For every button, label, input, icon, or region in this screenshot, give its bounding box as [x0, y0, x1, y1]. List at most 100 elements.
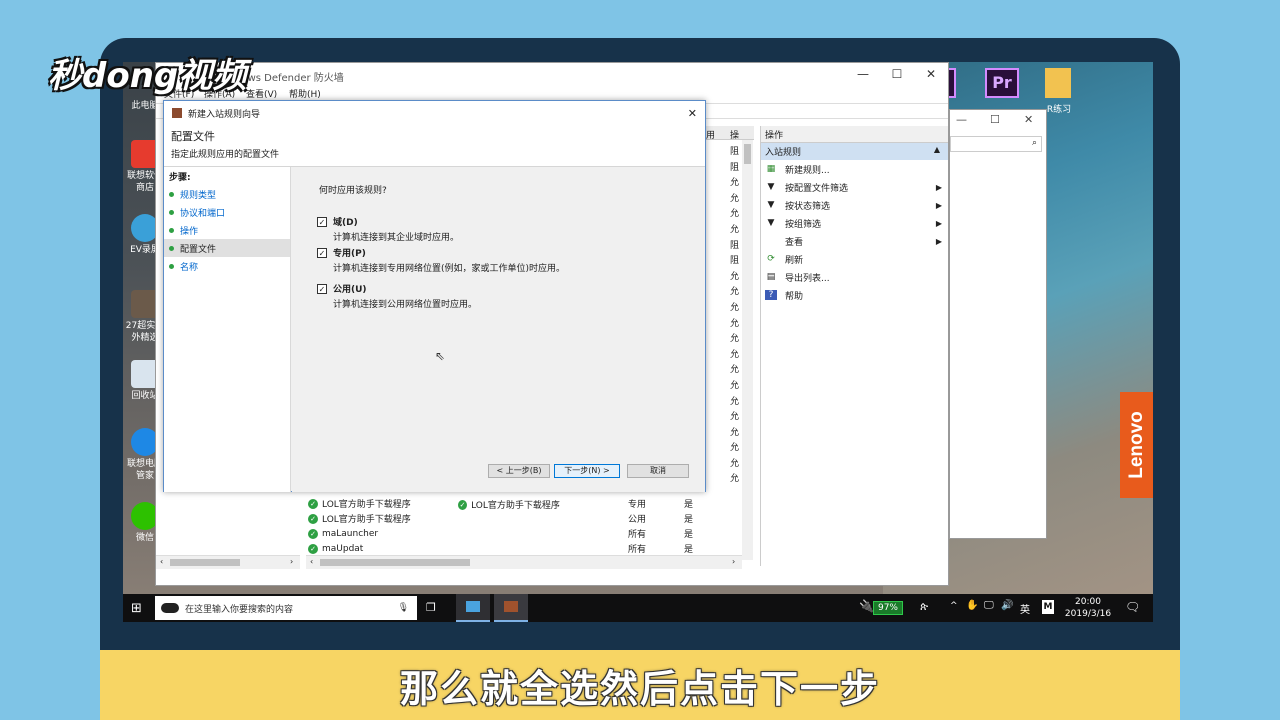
explorer-search-box[interactable]: ⌕ [950, 136, 1042, 152]
step-name[interactable]: 名称 [164, 257, 290, 275]
volume-icon[interactable]: 🔊 [1001, 600, 1013, 611]
scrollbar-thumb[interactable] [320, 559, 470, 566]
scroll-right-icon[interactable]: › [290, 557, 293, 566]
folder-icon[interactable] [1045, 68, 1071, 98]
cancel-button[interactable]: 取消 [627, 464, 689, 478]
rule-profile: 专用 [628, 500, 647, 510]
minimize-button[interactable]: — [956, 113, 967, 126]
step-rule-type[interactable]: 规则类型 [164, 185, 290, 203]
step-action[interactable]: 操作 [164, 221, 290, 239]
option-label: 专用(P) [333, 249, 366, 259]
scroll-left-icon[interactable]: ‹ [310, 557, 313, 566]
submenu-arrow-icon: ▶ [935, 236, 942, 246]
menu-view[interactable]: 查看(V) [246, 87, 277, 100]
rule-profile: 公用 [628, 515, 647, 525]
column-header[interactable]: 操 [730, 128, 739, 141]
next-button[interactable]: 下一步(N) > [554, 464, 620, 478]
ime-language[interactable]: 英 [1020, 601, 1030, 616]
action-item[interactable]: ▼ 按配置文件筛选 ▶ [761, 178, 948, 196]
action-label: 刷新 [785, 255, 804, 266]
taskbar-search-box[interactable]: 在这里输入你要搜索的内容 🎙 [155, 596, 417, 620]
notification-icon[interactable]: 🗨 [1125, 600, 1140, 614]
table-row[interactable]: ✓ LOL官方助手下载程序 公用 是 [308, 511, 744, 526]
rule-name: LOL官方助手下载程序 [322, 515, 411, 525]
action-item[interactable]: ? 帮助 [761, 286, 948, 304]
scroll-left-icon[interactable]: ‹ [160, 557, 163, 566]
scrollbar-thumb[interactable] [170, 559, 240, 566]
maximize-button[interactable]: ☐ [880, 67, 914, 81]
section-label: 入站规则 [765, 148, 802, 158]
actions-header: 操作 [761, 126, 948, 143]
step-protocol-port[interactable]: 协议和端口 [164, 203, 290, 221]
firewall-icon [172, 108, 182, 118]
close-button[interactable]: ✕ [1024, 113, 1033, 126]
option-label: 域(D) [333, 218, 358, 228]
action-label: 按配置文件筛选 [785, 183, 849, 194]
scrollbar-thumb[interactable] [744, 144, 751, 164]
app-tray-icon[interactable]: ✋ [966, 600, 978, 611]
public-checkbox[interactable]: ✓ [317, 283, 327, 294]
action-item[interactable]: ▼ 按状态筛选 ▶ [761, 196, 948, 214]
taskbar-app-control-panel[interactable] [456, 594, 490, 622]
option-domain[interactable]: ✓ 域(D) 计算机连接到其企业域时应用。 [317, 215, 459, 243]
table-row[interactable]: ✓ LOL官方助手下载程序 专用 是 [308, 496, 744, 511]
step-label: 协议和端口 [180, 208, 226, 219]
actions-list: ▦ 新建规则... ▼ 按配置文件筛选 ▶ ▼ 按状态筛选 ▶ ▼ 按组筛选 ▶ 查看 ▶ ⟳ 刷新 ▤ 导出列… [761, 160, 948, 304]
rule-profile: 所有 [628, 545, 647, 555]
help-icon: ? [765, 290, 777, 300]
table-row[interactable]: ✓ maUpdat 所有 是 [308, 541, 744, 556]
column-header[interactable]: 用 [706, 128, 715, 141]
action-item[interactable]: ▼ 按组筛选 ▶ [761, 214, 948, 232]
question-text: 何时应用该规则? [319, 186, 387, 196]
clock[interactable]: 20:00 2019/3/16 [1064, 596, 1112, 620]
new-inbound-rule-wizard[interactable]: 新建入站规则向导 ✕ 配置文件 指定此规则应用的配置文件 步骤: 规则类型 协议… [163, 100, 706, 492]
export-icon: ▤ [766, 272, 776, 282]
chevron-up-icon[interactable]: ^ [950, 601, 958, 611]
microphone-icon[interactable]: 🎙 [398, 603, 409, 613]
actions-section-inbound[interactable]: 入站规则 ▲ [761, 143, 948, 160]
maximize-button[interactable]: ☐ [990, 113, 1000, 126]
task-view-icon[interactable]: ❐ [426, 601, 436, 614]
step-profile[interactable]: 配置文件 [164, 239, 290, 257]
windows-start-icon[interactable]: ⊞ [131, 601, 142, 616]
collapse-icon[interactable]: ▲ [934, 145, 940, 158]
step-dot-icon [169, 263, 174, 269]
horizontal-scrollbar-middle[interactable]: ‹ › [306, 555, 742, 569]
filter-icon: ▼ [767, 218, 775, 228]
enabled-check-icon: ✓ [308, 528, 318, 539]
rule-name: maUpdat [322, 543, 364, 554]
explorer-window[interactable]: — ☐ ✕ ⌕ [949, 109, 1047, 539]
clock-time: 20:00 [1075, 597, 1101, 607]
table-row[interactable]: ✓ maLauncher 所有 是 [308, 526, 744, 541]
subtitle-text: 那么就全选然后点击下一步 [399, 666, 880, 711]
action-item[interactable]: 查看 ▶ [761, 232, 948, 250]
horizontal-scrollbar-left[interactable]: ‹ › [156, 555, 300, 569]
action-item[interactable]: ⟳ 刷新 [761, 250, 948, 268]
action-label: 按状态筛选 [785, 201, 831, 212]
taskbar-app-firewall[interactable] [494, 594, 528, 622]
minimize-button[interactable]: — [846, 67, 880, 81]
domain-checkbox[interactable]: ✓ [317, 216, 327, 227]
close-button[interactable]: ✕ [914, 67, 948, 81]
premiere-pro-icon[interactable]: Pr [985, 68, 1019, 98]
ime-mode[interactable]: M [1042, 600, 1054, 614]
page-subtitle: 指定此规则应用的配置文件 [171, 150, 280, 160]
step-dot-icon [169, 227, 174, 233]
battery-indicator[interactable]: 97% [873, 601, 903, 615]
menu-help[interactable]: 帮助(H) [289, 87, 321, 100]
page-title: 配置文件 [171, 130, 215, 143]
option-private[interactable]: ✓ 专用(P) 计算机连接到专用网络位置(例如，家或工作单位)时应用。 [317, 246, 565, 274]
action-item[interactable]: ▦ 新建规则... [761, 160, 948, 178]
rule-enabled: 是 [684, 530, 694, 540]
people-icon[interactable]: ጵ [920, 600, 928, 614]
option-public[interactable]: ✓ 公用(U) 计算机连接到公用网络位置时应用。 [317, 282, 477, 310]
private-checkbox[interactable]: ✓ [317, 247, 327, 258]
scroll-right-icon[interactable]: › [732, 557, 735, 566]
close-icon[interactable]: ✕ [688, 107, 697, 120]
rule-enabled: 是 [684, 500, 694, 510]
menu-bar: 文件(F) 操作(A) 查看(V) 帮助(H) [156, 87, 948, 101]
back-button[interactable]: < 上一步(B) [488, 464, 550, 478]
action-item[interactable]: ▤ 导出列表... [761, 268, 948, 286]
wizard-content: 何时应用该规则? ✓ 域(D) 计算机连接到其企业域时应用。 ✓ 专用(P) 计算机… [292, 167, 705, 492]
network-icon[interactable]: 🖵 [984, 600, 994, 611]
